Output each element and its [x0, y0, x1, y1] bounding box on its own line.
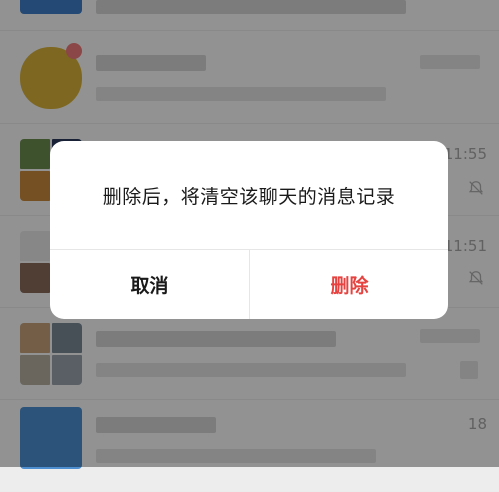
cancel-button[interactable]: 取消	[50, 250, 249, 319]
delete-chat-dialog: 删除后，将清空该聊天的消息记录 取消 删除	[50, 141, 448, 319]
dialog-message: 删除后，将清空该聊天的消息记录	[102, 185, 396, 208]
delete-button[interactable]: 删除	[250, 250, 448, 319]
